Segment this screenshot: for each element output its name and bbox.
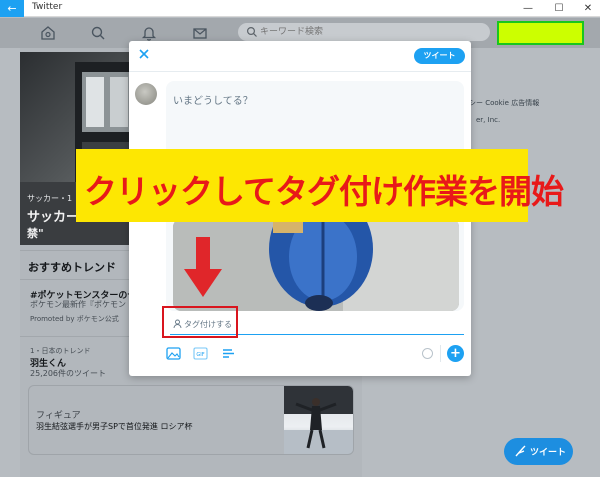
- search-box[interactable]: [238, 23, 490, 41]
- search-field-icon: [246, 26, 257, 37]
- image-icon[interactable]: [166, 347, 181, 360]
- search-icon[interactable]: [90, 25, 106, 41]
- character-counter-icon: [422, 348, 433, 359]
- trends-heading: おすすめトレンド: [28, 261, 116, 274]
- back-arrow-icon[interactable]: ←: [0, 0, 24, 17]
- footer-links[interactable]: リシー Cookie 広告情報: [462, 98, 539, 108]
- trend-tweet-count: 25,206件のツイート: [30, 369, 106, 378]
- close-window-button[interactable]: ✕: [578, 1, 598, 16]
- hero-category: サッカー・1: [27, 194, 73, 203]
- instruction-text: クリックしてタグ付け作業を開始: [84, 172, 564, 211]
- tweet-submit-button[interactable]: ツイート: [414, 48, 465, 64]
- trend-rank: 1・日本のトレンド: [30, 347, 91, 355]
- news-headline[interactable]: 羽生結弦選手が男子SPで首位発進 ロシア杯: [36, 421, 192, 432]
- news-category: フィギュア: [36, 411, 81, 421]
- avatar: [135, 83, 157, 105]
- floating-tweet-label: ツイート: [530, 448, 567, 458]
- footer-copyright: er, Inc.: [476, 116, 501, 124]
- plus-icon[interactable]: +: [447, 345, 464, 362]
- news-thumbnail: [284, 386, 353, 454]
- window-title: Twitter: [32, 2, 63, 12]
- svg-text:GIF: GIF: [196, 352, 204, 358]
- home-icon[interactable]: [40, 25, 56, 41]
- maximize-button[interactable]: ☐: [549, 1, 569, 16]
- floating-tweet-button[interactable]: ツイート: [504, 438, 573, 465]
- tag-highlight-box: [162, 306, 238, 338]
- window-titlebar: ← Twitter — ☐ ✕: [0, 0, 600, 17]
- toolbar-divider: [440, 345, 441, 362]
- poll-icon[interactable]: [221, 347, 236, 360]
- account-highlight-box: [497, 21, 584, 45]
- tweet-placeholder: いまどうしてる？: [173, 96, 253, 107]
- search-input[interactable]: [260, 23, 480, 41]
- feather-icon: [515, 445, 526, 457]
- mail-icon[interactable]: [192, 25, 208, 41]
- close-icon[interactable]: [137, 47, 151, 61]
- hero-subtitle: 禁": [27, 227, 44, 240]
- skater-photo: [284, 386, 353, 454]
- trend-description: ポケモン最新作『ポケモン: [30, 300, 126, 309]
- minimize-button[interactable]: —: [518, 1, 538, 16]
- down-arrow-icon: [184, 237, 222, 297]
- modal-divider: [129, 71, 471, 72]
- bell-icon[interactable]: [141, 25, 157, 41]
- promoted-label: Promoted by ポケモン公式: [30, 315, 119, 323]
- gif-icon[interactable]: GIF: [193, 347, 208, 360]
- hero-title: サッカー: [27, 210, 80, 225]
